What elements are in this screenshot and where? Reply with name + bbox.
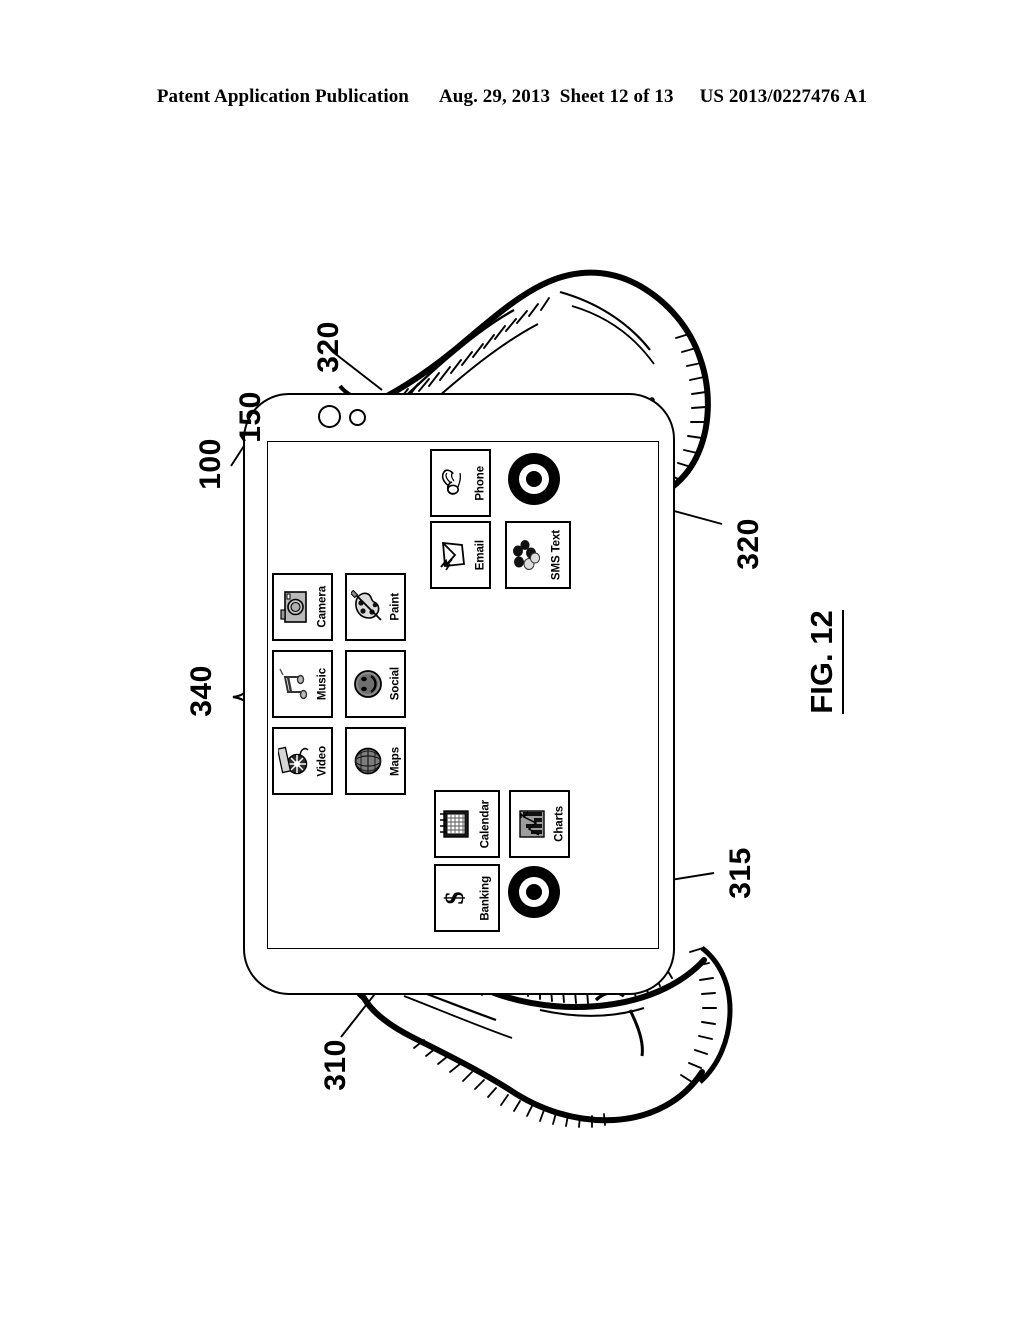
film-reel-icon: [274, 729, 315, 793]
app-label-music: Music: [316, 667, 329, 701]
app-icon-paint[interactable]: Paint: [345, 573, 406, 641]
app-label-calendar: Calendar: [479, 799, 492, 849]
app-icon-video[interactable]: Video: [272, 727, 333, 795]
reference-numeral-320-right: 320: [731, 518, 765, 570]
reference-numeral-100: 100: [193, 438, 227, 490]
envelope-icon: [432, 523, 473, 587]
app-label-banking: Banking: [479, 875, 492, 921]
app-label-social: Social: [389, 667, 402, 701]
reference-numeral-340: 340: [184, 665, 218, 717]
camera-icon: [274, 575, 315, 639]
app-label-video: Video: [316, 745, 329, 777]
app-icon-maps[interactable]: Maps: [345, 727, 406, 795]
dollar-sign-icon: $: [436, 866, 474, 930]
figure-caption: FIG. 12: [804, 582, 844, 742]
app-label-paint: Paint: [389, 593, 402, 621]
bar-chart-icon: [511, 792, 552, 856]
app-label-maps: Maps: [389, 746, 402, 776]
calendar-icon: [436, 792, 474, 856]
reference-numeral-315: 315: [723, 847, 757, 899]
app-icon-music[interactable]: Music: [272, 650, 333, 718]
camera-lens-icon: [318, 405, 341, 428]
app-label-email: Email: [474, 539, 487, 571]
reference-numeral-320-top: 320: [311, 321, 345, 373]
app-icon-social[interactable]: Social: [345, 650, 406, 718]
phone-handset-icon: [432, 451, 473, 515]
app-icon-charts[interactable]: Charts: [509, 790, 570, 858]
figure-caption-text: FIG. 12: [804, 610, 844, 714]
reference-numeral-310: 310: [318, 1039, 352, 1091]
globe-icon: [347, 729, 388, 793]
figure-12-drawing: Phone Email SMS Text Camera Paint Music …: [0, 0, 1024, 1320]
app-label-charts: Charts: [553, 806, 566, 842]
app-label-phone: Phone: [474, 465, 487, 501]
app-icon-camera[interactable]: Camera: [272, 573, 333, 641]
app-icon-banking[interactable]: $ Banking: [434, 864, 500, 932]
speech-bubble-icon: [507, 523, 545, 587]
app-label-camera: Camera: [316, 586, 329, 628]
paint-palette-icon: [347, 575, 388, 639]
svg-text:$: $: [440, 892, 469, 905]
app-icon-calendar[interactable]: Calendar: [434, 790, 500, 858]
touch-target-lower[interactable]: [508, 866, 560, 918]
app-icon-sms-text[interactable]: SMS Text: [505, 521, 571, 589]
app-icon-email[interactable]: Email: [430, 521, 491, 589]
app-label-sms-text: SMS Text: [550, 529, 563, 581]
proximity-sensor-icon: [349, 409, 366, 426]
touch-target-upper[interactable]: [508, 453, 560, 505]
smiley-face-icon: [347, 652, 388, 716]
reference-numeral-150: 150: [233, 391, 267, 443]
music-note-icon: [274, 652, 315, 716]
leader-310: [340, 989, 379, 1038]
app-icon-phone[interactable]: Phone: [430, 449, 491, 517]
